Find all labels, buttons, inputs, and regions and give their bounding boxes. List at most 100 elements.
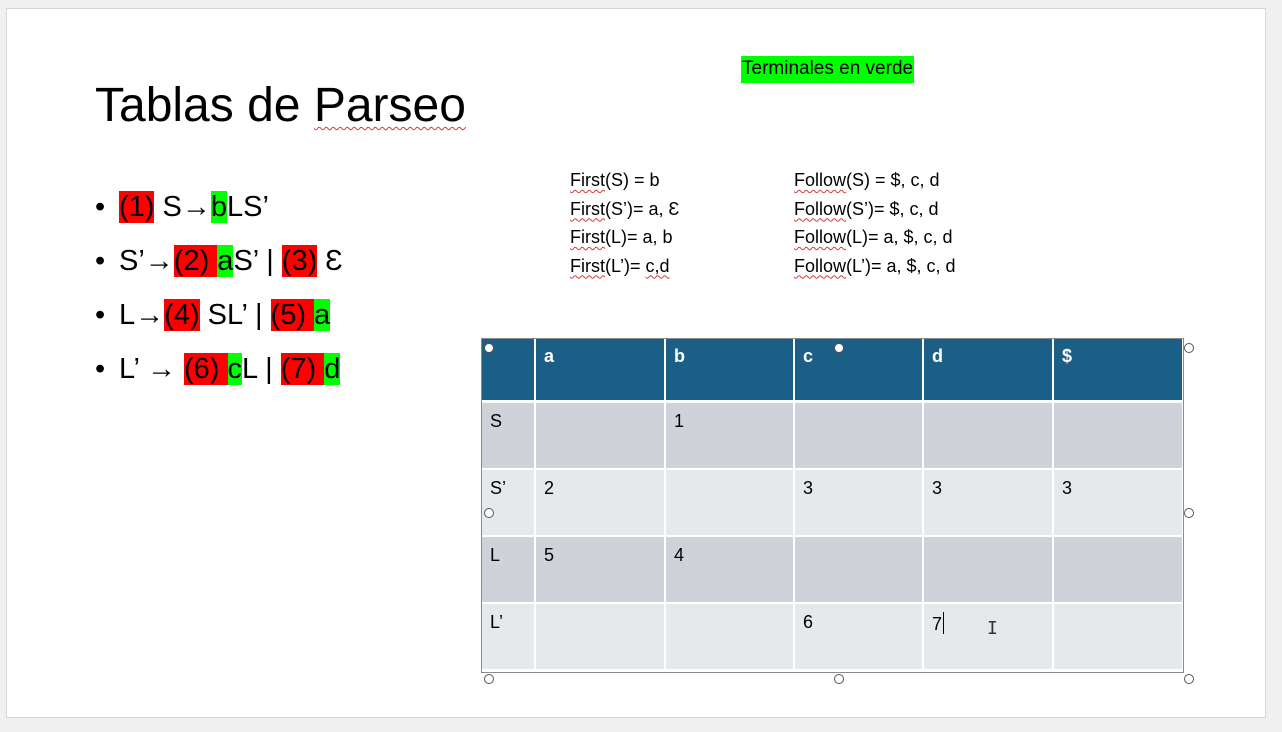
row-header-cell[interactable]: L’ (482, 603, 536, 671)
follow-value: (S) = $, c, d (846, 170, 940, 190)
table-cell[interactable] (1053, 603, 1184, 671)
table-cell[interactable]: 3 (923, 469, 1054, 537)
resize-handle-bottom-right[interactable] (1184, 674, 1194, 684)
production-number: (6) (184, 353, 228, 385)
production-number: (5) (270, 299, 315, 331)
rule-text: S’ (119, 245, 145, 277)
table-cell[interactable] (794, 536, 924, 604)
rule-text: L | (242, 353, 281, 385)
table-cell[interactable] (923, 536, 1054, 604)
row-header-cell[interactable]: S (482, 401, 536, 470)
follow-label: Follow (794, 227, 847, 247)
rule-text: → (181, 191, 211, 223)
table-header-cell[interactable]: d (923, 338, 1054, 403)
follow-label: Follow (794, 255, 847, 276)
table-cell[interactable]: 3 (1053, 469, 1184, 537)
resize-handle-bottom[interactable] (834, 674, 844, 684)
terminal-symbol: c (227, 353, 243, 385)
first-value-extra: c,d (645, 255, 670, 276)
table-cell[interactable]: 6 (794, 603, 924, 671)
cell-value: S (490, 411, 503, 431)
first-value: (S) = b (605, 170, 660, 190)
table-cell[interactable] (535, 603, 666, 671)
parse-table-container[interactable]: a b c d $ S 1 S’ 2 3 3 3 L 5 4 L’ 6 7 (482, 338, 1184, 671)
terminal-symbol: a (217, 245, 234, 277)
production-number: (4) (164, 299, 200, 331)
follow-label: Follow (794, 170, 847, 190)
rule-text (176, 353, 184, 385)
first-set: First(L’)= c,d (570, 252, 794, 280)
follow-set: Follow(L)= a, $, c, d (794, 227, 953, 247)
parse-table[interactable]: a b c d $ S 1 S’ 2 3 3 3 L 5 4 L’ 6 7 (482, 338, 1184, 671)
resize-handle-top-left[interactable] (484, 343, 494, 353)
bullet-dot: • (95, 299, 106, 331)
rule-text: S (154, 191, 182, 223)
table-row: S’ 2 3 3 3 (482, 469, 1184, 537)
first-label: First (570, 198, 605, 219)
resize-handle-top-right[interactable] (1184, 343, 1194, 353)
resize-handle-right[interactable] (1184, 508, 1194, 518)
cell-value: L’ (490, 612, 504, 632)
cell-value: L (490, 545, 501, 565)
text-caret (943, 612, 945, 634)
table-cell[interactable] (794, 401, 924, 470)
table-cell[interactable] (665, 603, 795, 671)
table-cell[interactable]: 2 (535, 469, 666, 537)
follow-set: Follow(L’)= a, $, c, d (794, 256, 956, 276)
bullet-dot: • (95, 191, 106, 223)
title-text: Tablas de (95, 79, 314, 132)
table-cell[interactable] (923, 401, 1054, 470)
grammar-rule[interactable]: • L’ → (6) cL | (7) d (95, 349, 343, 403)
table-cell[interactable]: 4 (665, 536, 795, 604)
grammar-rule[interactable]: • (1) S→bLS’ (95, 187, 343, 241)
table-cell[interactable] (1053, 536, 1184, 604)
follow-value: (L)= a, $, c, d (846, 227, 953, 247)
rule-text: S’ | (233, 245, 282, 277)
follow-set: Follow(S’)= $, c, d (794, 199, 939, 219)
grammar-rule[interactable]: • L→(4) SL’ | (5) a (95, 295, 343, 349)
table-header-cell[interactable]: $ (1053, 338, 1184, 403)
table-cell[interactable]: 1 (665, 401, 795, 470)
production-number: (7) (280, 353, 325, 385)
table-header-cell[interactable]: c (794, 338, 924, 403)
cell-value: 6 (803, 612, 814, 632)
follow-set: Follow(S) = $, c, d (794, 170, 940, 190)
ibeam-cursor-icon: I (987, 618, 998, 639)
cell-value: S’ (490, 478, 507, 498)
rule-text: → (144, 245, 174, 277)
production-number: (2) (173, 245, 218, 277)
resize-handle-bottom-left[interactable] (484, 674, 494, 684)
row-header-cell[interactable]: L (482, 536, 536, 604)
first-label: First (570, 255, 605, 276)
table-cell[interactable] (1053, 401, 1184, 470)
first-value: (S’)= a, Ɛ (605, 198, 680, 219)
follow-label: Follow (794, 198, 847, 219)
set-row: First(S) = b Follow(S) = $, c, d (570, 166, 956, 195)
table-cell[interactable] (535, 401, 666, 470)
first-set: First(S’)= a, Ɛ (570, 195, 794, 223)
terminal-symbol: d (324, 353, 341, 385)
cell-value: 3 (932, 478, 943, 498)
resize-handle-left[interactable] (484, 508, 494, 518)
table-cell[interactable] (665, 469, 795, 537)
first-value: (L’)= (605, 255, 646, 276)
rule-text: → (146, 353, 176, 385)
grammar-rule[interactable]: • S’→(2) aS’ | (3) Ɛ (95, 241, 343, 295)
table-header-cell[interactable]: a (535, 338, 666, 403)
slide-title[interactable]: Tablas de Parseo (95, 78, 466, 133)
first-set: First(L)= a, b (570, 223, 794, 251)
terminals-note[interactable]: Terminales en verde (741, 56, 915, 83)
table-row: L 5 4 (482, 536, 1184, 604)
row-header-cell[interactable]: S’ (482, 469, 536, 537)
rule-text: L (119, 299, 136, 331)
first-follow-sets[interactable]: First(S) = b Follow(S) = $, c, d First(S’)… (570, 166, 956, 280)
table-row: S1 (482, 401, 1184, 470)
set-row: First(L’)= c,d Follow(L’)= a, $, c, d (570, 252, 956, 281)
table-cell[interactable]: 3 (794, 469, 924, 537)
set-row: First(L)= a, b Follow(L)= a, $, c, d (570, 223, 956, 252)
follow-value: (L’)= a, $, c, d (846, 255, 956, 276)
grammar-rules-list[interactable]: • (1) S→bLS’ • S’→(2) aS’ | (3) Ɛ • L→(4) SL’… (95, 187, 343, 403)
table-header-cell[interactable]: b (665, 338, 795, 403)
table-cell[interactable]: 5 (535, 536, 666, 604)
resize-handle-top[interactable] (834, 343, 844, 353)
